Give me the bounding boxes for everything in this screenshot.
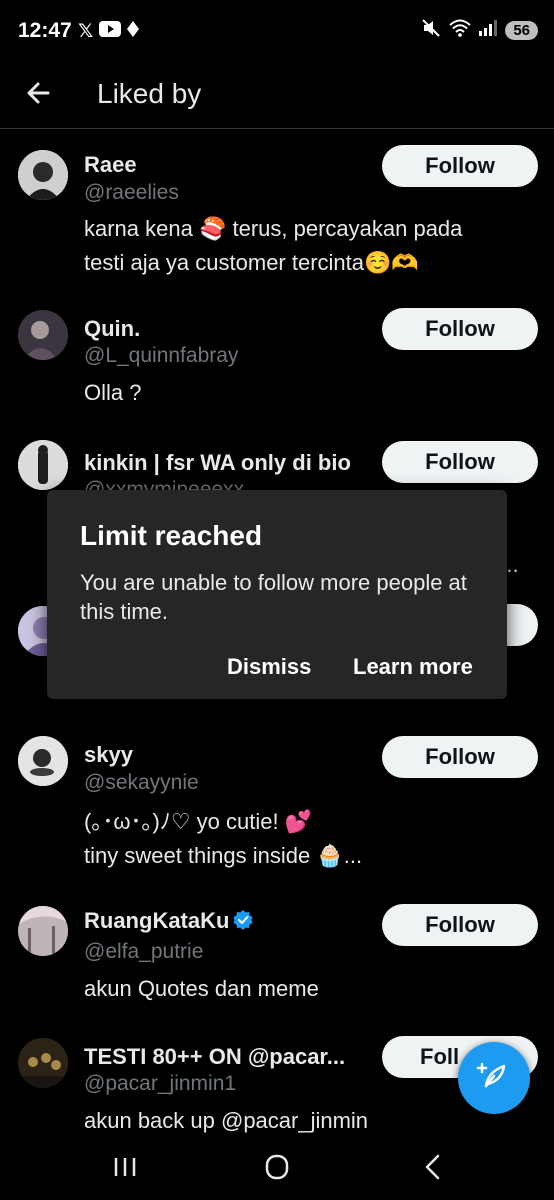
- user-bio-line: testi aja ya customer tercinta☺️🫶: [84, 250, 419, 275]
- system-navigation-bar: [0, 1134, 554, 1200]
- avatar[interactable]: [18, 1038, 68, 1088]
- limit-reached-dialog: Limit reached You are unable to follow m…: [47, 490, 507, 699]
- avatar[interactable]: [18, 906, 68, 956]
- dismiss-button[interactable]: Dismiss: [227, 654, 311, 680]
- user-bio-line: akun back up @pacar_jinmin: [84, 1108, 369, 1133]
- nav-home-icon[interactable]: [260, 1152, 294, 1182]
- wifi-icon: [449, 19, 471, 42]
- signal-icon: [479, 20, 498, 41]
- compose-button[interactable]: [458, 1042, 530, 1114]
- youtube-icon: [99, 20, 122, 43]
- follow-button[interactable]: Follow: [382, 441, 538, 483]
- battery-indicator: 56: [505, 21, 538, 40]
- user-bio-line: tiny sweet things inside 🧁...: [84, 843, 363, 868]
- page-title: Liked by: [97, 78, 202, 109]
- user-bio-line: Olla ?: [84, 380, 142, 405]
- avatar[interactable]: [18, 736, 68, 786]
- user-bio-line: akun Quotes dan meme: [84, 976, 319, 1001]
- top-app-bar: Liked by: [0, 62, 554, 129]
- nav-back-icon[interactable]: [416, 1152, 450, 1182]
- follow-button[interactable]: Follow: [382, 308, 538, 350]
- user-handle: @sekayynie: [84, 771, 199, 794]
- status-bar: 12:47 𝕏 56: [0, 0, 554, 62]
- user-name[interactable]: Raee: [84, 152, 137, 178]
- back-arrow-icon[interactable]: [22, 76, 56, 110]
- compose-icon: [476, 1058, 512, 1099]
- follow-button[interactable]: Follow: [382, 904, 538, 946]
- user-bio-line: (｡･ω･｡)ﾉ♡ yo cutie! 💕: [84, 809, 313, 834]
- user-name[interactable]: RuangKataKu: [84, 908, 229, 933]
- user-handle: @pacar_jinmin1: [84, 1072, 237, 1095]
- user-name[interactable]: kinkin | fsr WA only di bio: [84, 450, 351, 476]
- user-name[interactable]: Quin.: [84, 316, 140, 342]
- diamond-icon: [127, 20, 140, 43]
- avatar[interactable]: [18, 150, 68, 200]
- user-name[interactable]: TESTI 80++ ON @pacar...: [84, 1044, 345, 1070]
- nav-recents-icon[interactable]: [108, 1152, 142, 1182]
- x-app-icon: 𝕏: [78, 21, 94, 42]
- user-handle: @raeelies: [84, 181, 179, 204]
- mute-icon: [421, 18, 441, 43]
- status-time: 12:47: [18, 19, 72, 42]
- user-bio-line: karna kena 🍣 terus, percayakan pada: [84, 216, 463, 241]
- learn-more-button[interactable]: Learn more: [353, 654, 473, 680]
- dialog-message: You are unable to follow more people at …: [80, 570, 467, 624]
- verified-badge-icon: [233, 910, 254, 930]
- follow-button[interactable]: Follow: [382, 736, 538, 778]
- avatar[interactable]: [18, 310, 68, 360]
- user-handle: @elfa_putrie: [84, 940, 204, 963]
- user-handle: @L_quinnfabray: [84, 344, 239, 367]
- follow-button[interactable]: Follow: [382, 145, 538, 187]
- user-name[interactable]: skyy: [84, 742, 133, 768]
- dialog-title: Limit reached: [80, 520, 263, 551]
- avatar[interactable]: [18, 440, 68, 490]
